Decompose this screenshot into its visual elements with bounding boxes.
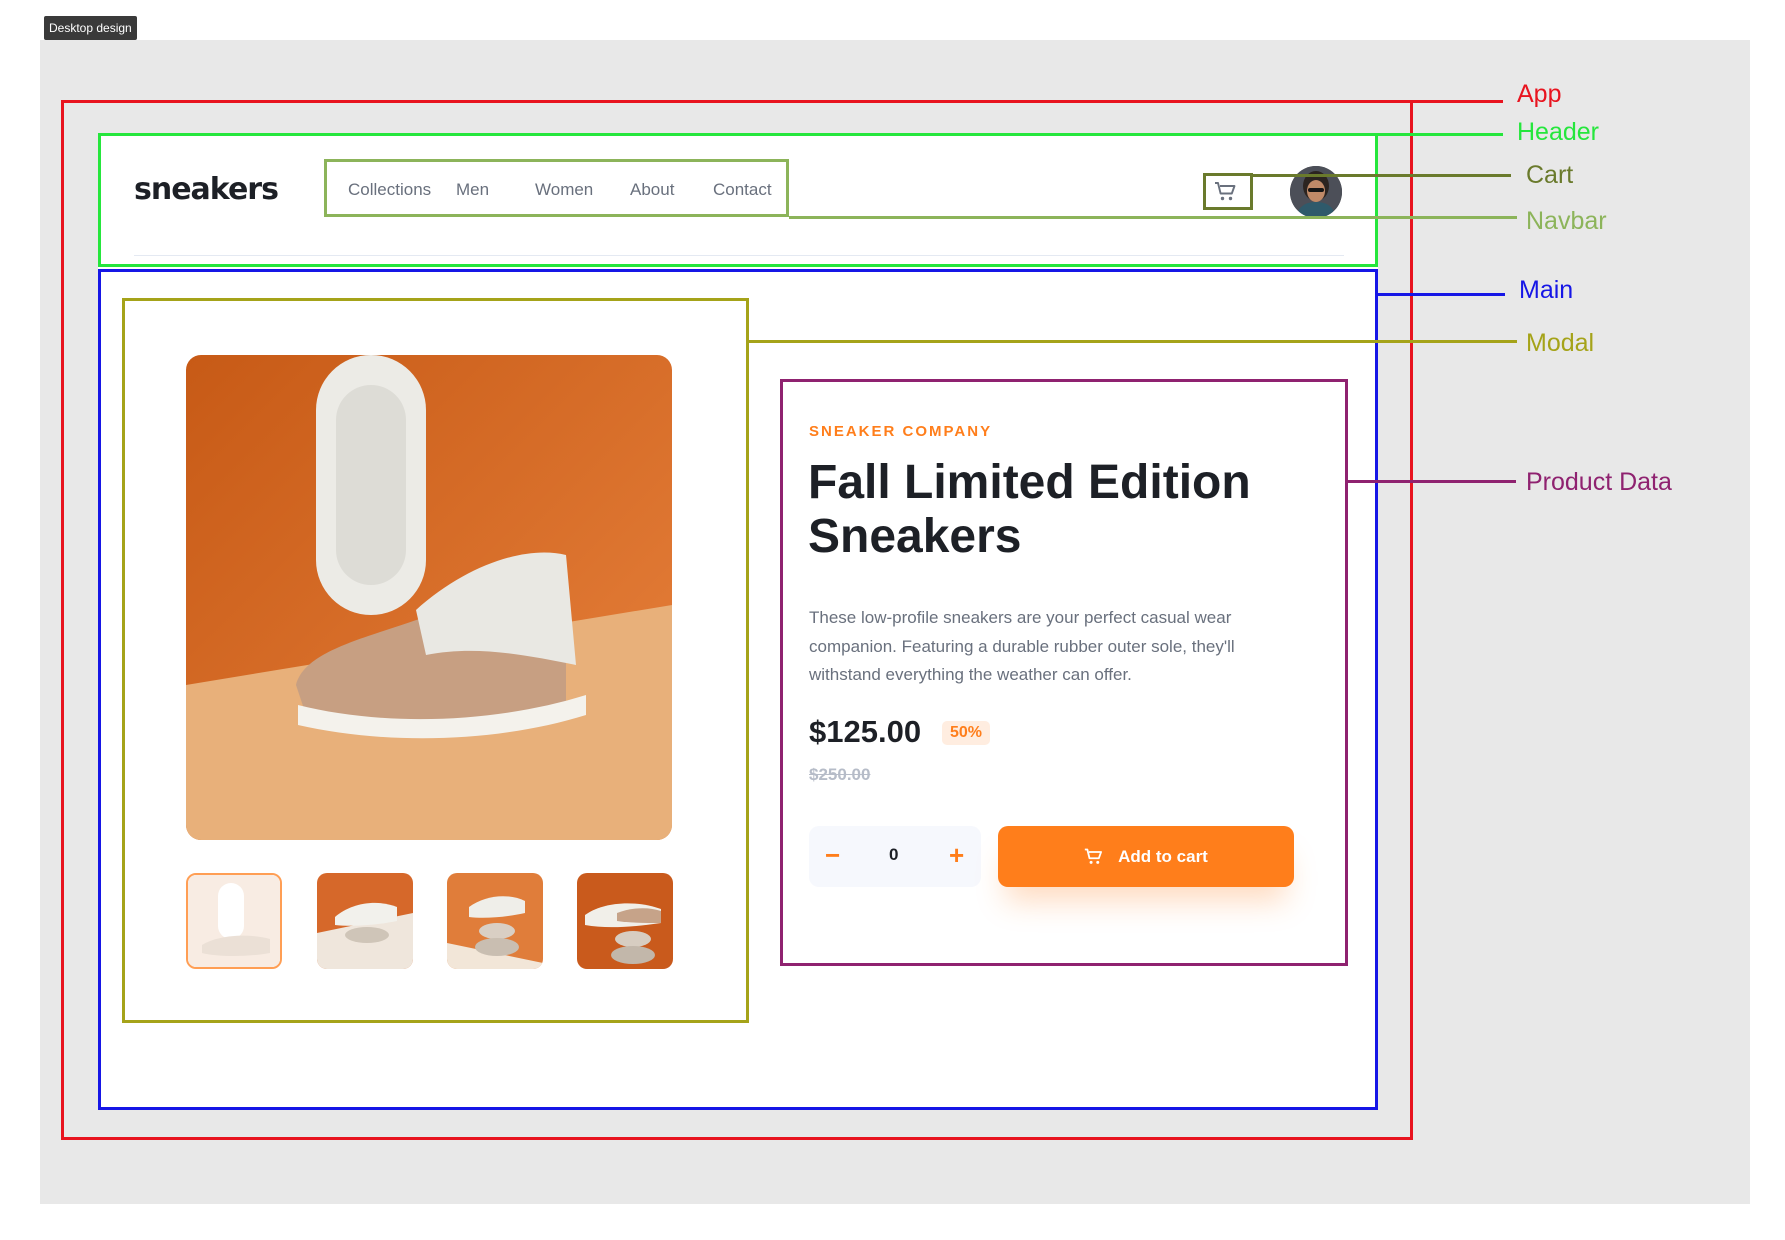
annotation-box-product-data [780, 379, 1348, 966]
annotation-box-modal [122, 298, 749, 1023]
label-header: Header [1517, 118, 1599, 146]
leader-line-cart [1253, 174, 1511, 177]
leader-line-modal [749, 340, 1517, 343]
leader-line-header [1378, 133, 1503, 136]
label-navbar: Navbar [1526, 207, 1607, 235]
label-main: Main [1519, 276, 1574, 304]
label-app: App [1517, 80, 1562, 108]
label-product-data: Product Data [1526, 468, 1672, 496]
leader-line-app [1413, 100, 1503, 103]
leader-line-navbar [789, 216, 1517, 219]
annotation-box-cart [1203, 173, 1253, 210]
frame-label: Desktop design [44, 16, 137, 40]
label-cart: Cart [1526, 161, 1574, 189]
label-modal: Modal [1526, 329, 1595, 357]
leader-line-main [1378, 293, 1505, 296]
leader-line-product-data [1348, 480, 1516, 483]
annotation-box-navbar [324, 159, 789, 217]
